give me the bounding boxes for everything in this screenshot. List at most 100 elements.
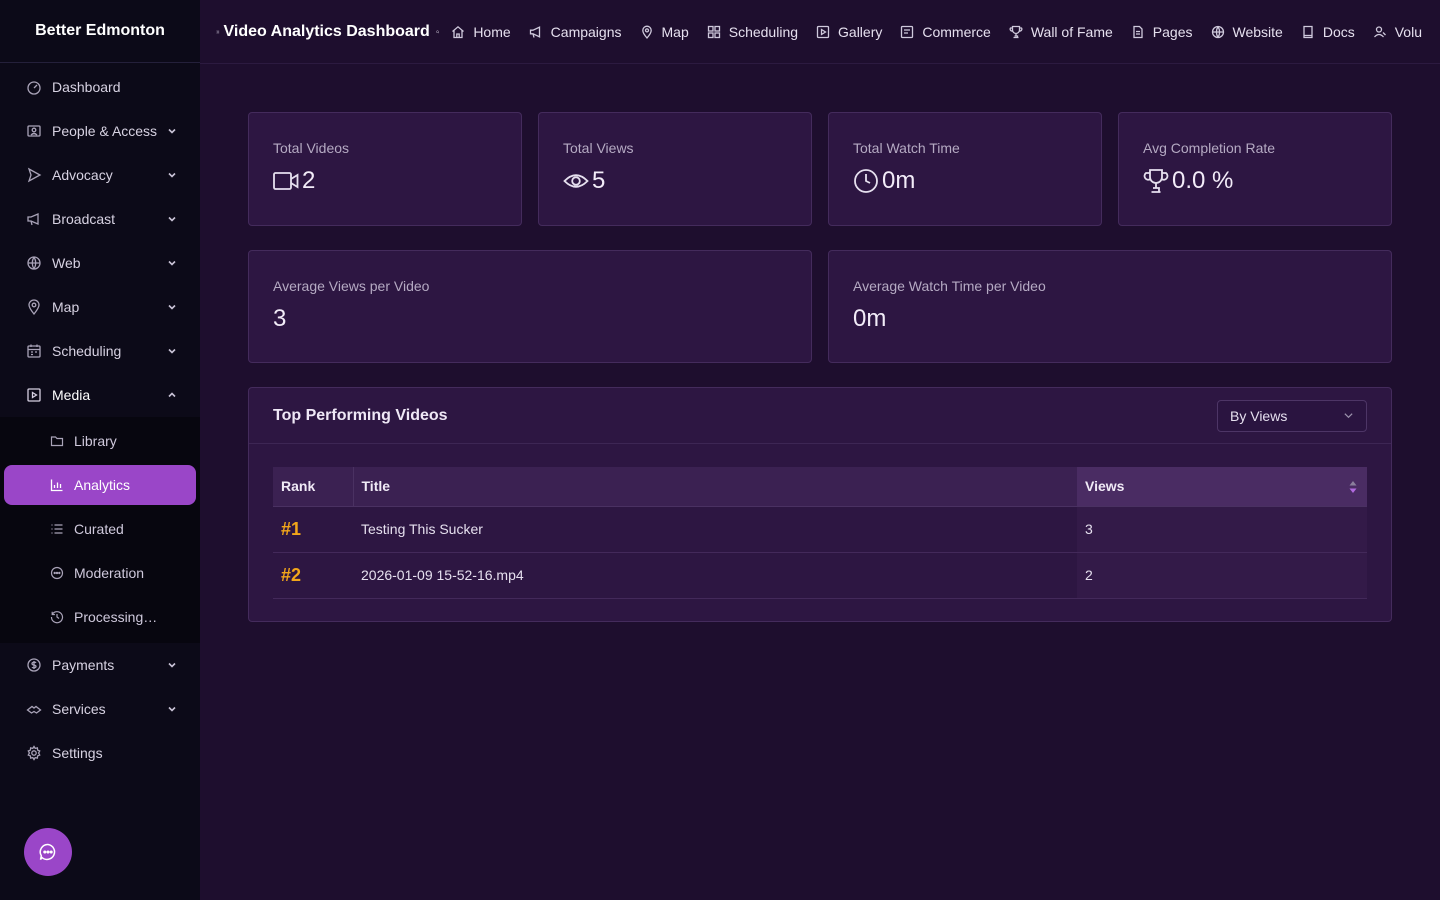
column-header-rank: Rank — [273, 467, 353, 507]
file-icon — [1133, 25, 1143, 38]
sidebar-item-web[interactable]: Web — [0, 241, 200, 285]
sidebar-item-scheduling[interactable]: Scheduling — [0, 329, 200, 373]
sidebar-nav: Dashboard People & Access Advocacy Broad… — [0, 63, 200, 775]
top-link-scheduling[interactable]: Scheduling — [707, 24, 798, 40]
top-link-campaigns[interactable]: Campaigns — [529, 24, 622, 40]
sidebar-item-broadcast[interactable]: Broadcast — [0, 197, 200, 241]
table-row[interactable]: #2 2026-01-09 15-52-16.mp4 2 — [273, 552, 1367, 599]
sidebar-item-label: Payments — [52, 657, 115, 673]
page-title: Video Analytics Dashboard — [223, 22, 430, 40]
sidebar-item-settings[interactable]: Settings — [0, 731, 200, 775]
top-link-map[interactable]: Map — [640, 24, 689, 40]
sidebar-item-advocacy[interactable]: Advocacy — [0, 153, 200, 197]
globe-icon — [27, 256, 41, 270]
chevron-down-icon — [168, 128, 176, 134]
stat-label: Avg Completion Rate — [1143, 140, 1276, 156]
top-link-label: Campaigns — [550, 23, 622, 40]
megaphone-icon — [529, 25, 540, 38]
averages-row: Average Views per Video 3 Average Watch … — [248, 250, 1392, 363]
main-content: Total Videos 2 Total Views 5 Total Watch… — [248, 112, 1392, 622]
stat-card-avg-views-per-video: Average Views per Video 3 — [248, 250, 812, 363]
list-icon — [51, 524, 63, 534]
top-bar: Video Analytics Dashboard Home Campaigns… — [200, 0, 1440, 64]
sort-select-value: By Views — [1230, 407, 1288, 424]
top-link-home[interactable]: Home — [451, 23, 511, 40]
gear-icon — [27, 745, 41, 761]
chevron-down-icon — [1344, 413, 1353, 419]
top-link-docs[interactable]: Docs — [1301, 24, 1355, 40]
top-link-website[interactable]: Website — [1211, 24, 1283, 40]
top-link-commerce[interactable]: Commerce — [900, 24, 991, 40]
people-icon — [27, 125, 41, 137]
rank-number: #1 — [281, 518, 302, 539]
top-videos-table: Rank Title Views #1 Testing This Sucker … — [273, 467, 1367, 599]
sidebar-subitem-moderation[interactable]: Moderation — [4, 553, 196, 593]
sort-select[interactable]: By Views — [1217, 399, 1367, 432]
send-icon — [27, 167, 42, 183]
sort-icon[interactable] — [1349, 480, 1357, 494]
stat-value-row: 5 — [563, 167, 787, 194]
search-icon[interactable] — [436, 25, 440, 39]
menu-icon[interactable] — [216, 25, 220, 39]
views-cell: 3 — [1077, 506, 1367, 553]
sidebar-item-payments[interactable]: Payments — [0, 643, 200, 687]
calendar-icon — [27, 344, 41, 358]
rank-number: #2 — [281, 564, 302, 585]
sidebar-subitem-label: Analytics — [74, 477, 131, 493]
media-submenu: Library Analytics Curated Moderation Pro… — [0, 417, 200, 643]
user-icon — [1373, 25, 1386, 37]
views-cell: 2 — [1077, 552, 1367, 599]
top-link-wall-of-fame[interactable]: Wall of Fame — [1009, 24, 1113, 40]
dashboard-icon — [27, 81, 41, 95]
chevron-down-icon — [168, 172, 176, 178]
bar-chart-icon — [50, 479, 63, 492]
sidebar-item-label: Services — [52, 701, 106, 717]
sidebar-subitem-analytics[interactable]: Analytics — [4, 465, 196, 505]
brand-name[interactable]: Better Edmonton — [0, 0, 200, 63]
top-link-volunteers[interactable]: Volu — [1373, 24, 1422, 40]
top-link-label: Website — [1232, 23, 1283, 40]
chevron-up-icon — [168, 392, 176, 398]
map-pin-icon — [28, 299, 40, 315]
top-link-gallery[interactable]: Gallery — [816, 24, 882, 40]
sidebar-item-services[interactable]: Services — [0, 687, 200, 731]
stat-value-row: 2 — [273, 167, 497, 194]
sidebar-item-dashboard[interactable]: Dashboard — [0, 65, 200, 109]
sidebar-item-people-access[interactable]: People & Access — [0, 109, 200, 153]
clock-icon — [854, 169, 878, 193]
sidebar-subitem-library[interactable]: Library — [4, 421, 196, 461]
media-icon — [27, 388, 41, 402]
top-link-label: Map — [661, 23, 689, 40]
sidebar-subitem-curated[interactable]: Curated — [4, 509, 196, 549]
sidebar-subitem-processing[interactable]: Processing… — [4, 597, 196, 637]
stat-value: 0m — [853, 305, 887, 332]
stat-label: Total Views — [563, 140, 634, 156]
top-link-label: Pages — [1152, 23, 1193, 40]
stat-value-row: 0m — [853, 167, 1077, 194]
sidebar-item-label: Settings — [52, 745, 103, 761]
stat-label: Average Watch Time per Video — [853, 278, 1046, 294]
sidebar-item-media[interactable]: Media — [0, 373, 200, 417]
title-cell: 2026-01-09 15-52-16.mp4 — [353, 552, 1077, 599]
table-row[interactable]: #1 Testing This Sucker 3 — [273, 506, 1367, 553]
dollar-icon — [27, 658, 41, 672]
sidebar-subitem-label: Moderation — [74, 565, 145, 581]
top-link-label: Gallery — [838, 23, 883, 40]
top-link-label: Home — [473, 23, 511, 40]
sidebar-subitem-label: Processing… — [74, 609, 158, 625]
services-icon — [26, 705, 42, 714]
trophy-icon — [1009, 25, 1023, 38]
commerce-icon — [901, 25, 914, 38]
home-icon — [452, 25, 465, 38]
stat-value: 0.0 % — [1172, 167, 1234, 194]
stat-card-avg-completion-rate: Avg Completion Rate 0.0 % — [1118, 112, 1392, 226]
sidebar-item-label: Broadcast — [52, 211, 116, 227]
sidebar-item-map[interactable]: Map — [0, 285, 200, 329]
table-wrapper: Rank Title Views #1 Testing This Sucker … — [249, 444, 1391, 599]
top-link-pages[interactable]: Pages — [1131, 24, 1193, 40]
chat-button[interactable] — [24, 828, 72, 876]
column-header-views[interactable]: Views — [1077, 467, 1367, 507]
sidebar-item-label: Scheduling — [52, 343, 122, 359]
sidebar-subitem-label: Library — [74, 433, 117, 449]
sidebar-item-label: Advocacy — [52, 167, 113, 183]
